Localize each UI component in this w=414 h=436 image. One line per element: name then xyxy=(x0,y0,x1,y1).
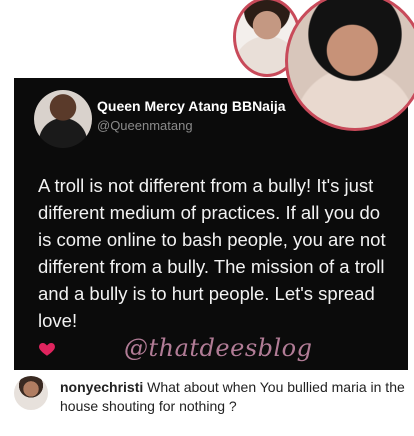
author-name[interactable]: Queen Mercy Atang BBNaija xyxy=(97,98,286,114)
comment-row: nonyechristi What about when You bullied… xyxy=(0,370,414,436)
tweet-text: A troll is not different from a bully! I… xyxy=(38,175,386,331)
comment-text: nonyechristi What about when You bullied… xyxy=(60,378,410,416)
commenter-avatar[interactable] xyxy=(14,376,48,410)
watermark: @thatdeesblog xyxy=(124,334,313,362)
red-heart-icon xyxy=(39,343,55,356)
comment-username[interactable]: nonyechristi xyxy=(60,379,143,395)
author-avatar[interactable] xyxy=(34,90,92,148)
author-handle[interactable]: @Queenmatang xyxy=(97,118,193,133)
